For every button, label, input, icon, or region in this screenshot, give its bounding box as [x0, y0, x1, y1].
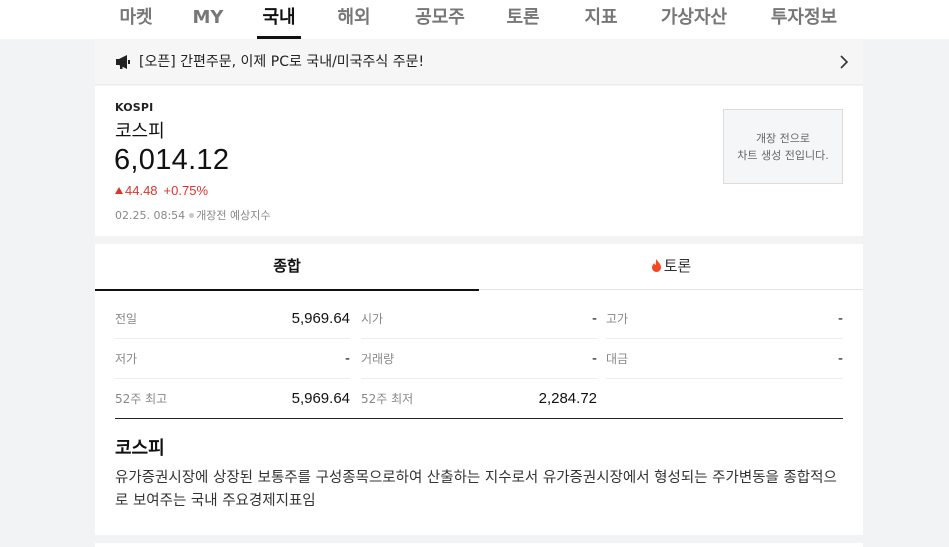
- chart-message-line1: 개장 전으로: [755, 132, 811, 145]
- stat-value: 2,284.72: [538, 390, 597, 407]
- tab-discussion[interactable]: 토론: [479, 244, 863, 290]
- stat-value: 5,969.64: [291, 310, 350, 327]
- index-timestamp: 02.25. 08:54 개장전 예상지수: [115, 207, 271, 223]
- nav-item-overseas[interactable]: 해외: [332, 0, 376, 39]
- separator-dot: [189, 213, 195, 218]
- stat-open: 시가 -: [361, 299, 597, 339]
- stat-amount: 대금 -: [606, 339, 843, 379]
- chart-message-line2: 차트 생성 전입니다.: [737, 149, 829, 162]
- stat-label: 전일: [115, 312, 138, 326]
- stat-label: 대금: [606, 352, 629, 366]
- index-value: 6,014.12: [114, 144, 230, 176]
- next-card-edge: [95, 543, 863, 547]
- notice-text: [오픈] 간편주문, 이제 PC로 국내/미국주식 주문!: [139, 54, 425, 70]
- stat-label: 저가: [115, 352, 138, 366]
- stat-high: 고가 -: [606, 299, 843, 339]
- tab-overview[interactable]: 종합: [95, 244, 479, 291]
- detail-card: 종합 토론 전일 5,969.64 시가 - 고가 - 저가 - 거래량 - 대…: [95, 244, 863, 535]
- index-status: 개장전 예상지수: [196, 209, 271, 222]
- stat-label: 52주 최고: [115, 392, 168, 406]
- stat-label: 시가: [361, 312, 384, 326]
- index-name: 코스피: [115, 121, 165, 142]
- stat-label: 52주 최저: [361, 392, 414, 406]
- notice-banner[interactable]: [오픈] 간편주문, 이제 PC로 국내/미국주식 주문!: [95, 40, 863, 85]
- nav-item-invest-info[interactable]: 투자정보: [764, 0, 844, 39]
- nav-item-crypto[interactable]: 가상자산: [652, 0, 736, 39]
- stat-prev-close: 전일 5,969.64: [115, 299, 350, 339]
- stat-value: -: [838, 350, 843, 367]
- index-time: 02.25. 08:54: [115, 209, 186, 222]
- nav-item-market[interactable]: 마켓: [112, 0, 160, 39]
- nav-item-my[interactable]: MY: [186, 0, 230, 39]
- stat-value: 5,969.64: [291, 390, 350, 407]
- nav-item-domestic[interactable]: 국내: [257, 0, 301, 39]
- description-text: 유가증권시장에 상장된 보통주를 구성종목으로하여 산출하는 지수로서 유가증권…: [115, 470, 837, 509]
- stat-label: 고가: [606, 312, 629, 326]
- index-change: 44.48 +0.75%: [115, 183, 208, 198]
- stat-low: 저가 -: [115, 339, 350, 379]
- nav-item-indicators[interactable]: 지표: [578, 0, 624, 39]
- stat-52w-low: 52주 최저 2,284.72: [361, 379, 597, 419]
- chevron-right-icon: [840, 55, 849, 69]
- nav-item-discussion[interactable]: 토론: [500, 0, 546, 39]
- top-navigation: 마켓 MY 국내 해외 공모주 토론 지표 가상자산 투자정보: [0, 0, 949, 39]
- stat-value: -: [838, 310, 843, 327]
- description-title: 코스피: [115, 438, 165, 459]
- fire-icon: [651, 259, 661, 272]
- tab-discussion-label: 토론: [663, 257, 692, 275]
- stats-bottom-divider: [115, 418, 843, 419]
- divider: [606, 378, 843, 379]
- stat-volume: 거래량 -: [361, 339, 597, 379]
- up-arrow-icon: [115, 187, 123, 194]
- index-change-percent: +0.75%: [163, 183, 208, 198]
- index-code: KOSPI: [115, 101, 154, 114]
- index-summary-card: KOSPI 코스피 6,014.12 44.48 +0.75% 02.25. 08…: [95, 86, 863, 236]
- stat-value: -: [592, 310, 597, 327]
- stat-value: -: [345, 350, 350, 367]
- index-change-amount: 44.48: [125, 183, 158, 198]
- stat-label: 거래량: [361, 352, 395, 366]
- stat-52w-high: 52주 최고 5,969.64: [115, 379, 350, 419]
- nav-item-ipo[interactable]: 공모주: [406, 0, 474, 39]
- megaphone-icon: [116, 55, 130, 69]
- chart-placeholder: 개장 전으로 차트 생성 전입니다.: [723, 109, 843, 184]
- tab-bar: 종합 토론: [95, 244, 863, 291]
- stat-value: -: [592, 350, 597, 367]
